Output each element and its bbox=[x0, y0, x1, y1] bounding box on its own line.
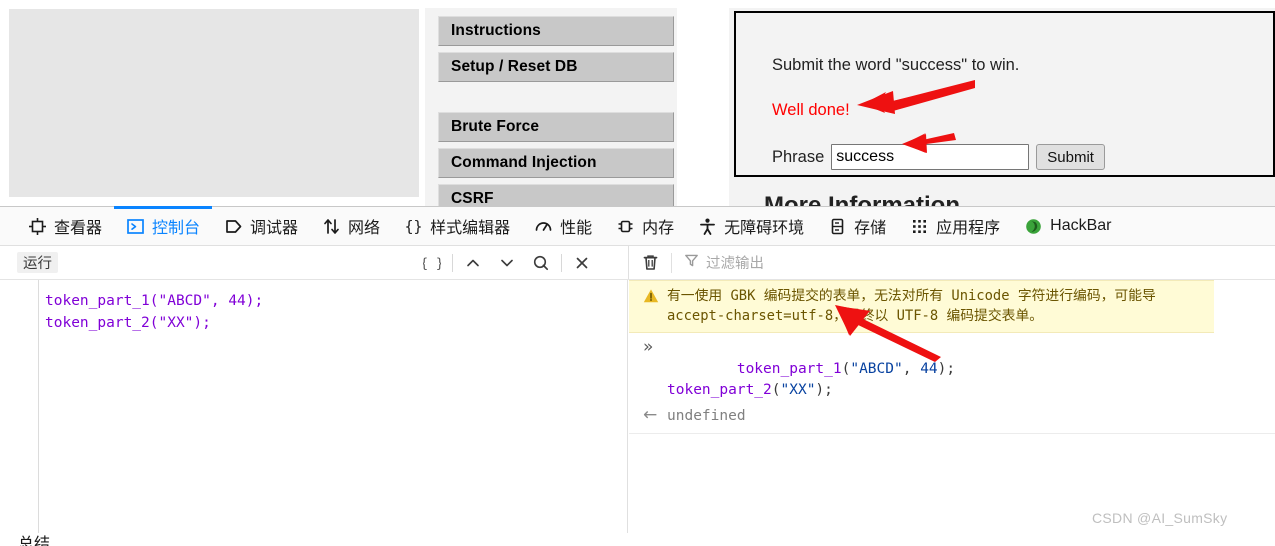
chevron-down-icon[interactable] bbox=[490, 246, 524, 279]
menu-item-label: Command Injection bbox=[451, 154, 597, 171]
more-information-heading: More Information bbox=[764, 192, 960, 206]
console-editor-pane[interactable]: token_part_1("ABCD", 44); token_part_2("… bbox=[0, 280, 628, 535]
challenge-prompt: Submit the word "success" to win. bbox=[772, 56, 1020, 74]
close-icon[interactable] bbox=[565, 246, 599, 279]
page-footer: 总结 bbox=[0, 533, 1275, 546]
tab-memory[interactable]: 内存 bbox=[604, 207, 686, 245]
tab-label: 网络 bbox=[348, 220, 381, 237]
browser-page-area: Instructions Setup / Reset DB Brute Forc… bbox=[0, 0, 1275, 206]
run-button[interactable]: 运行 bbox=[17, 252, 58, 273]
warning-line-2: accept-charset=utf-8，最终以 UTF-8 编码提交表单。 bbox=[667, 308, 1044, 324]
pretty-print-icon[interactable]: { } bbox=[415, 246, 449, 279]
return-value: undefined bbox=[667, 408, 746, 424]
menu-item-label: Brute Force bbox=[451, 118, 540, 135]
console-output-pane[interactable]: 有一使用 GBK 编码提交的表单，无法对所有 Unicode 字符进行编码，可能… bbox=[629, 280, 1275, 535]
svg-text:{ }: { } bbox=[423, 256, 441, 271]
menu-item-instructions[interactable]: Instructions bbox=[438, 16, 674, 46]
tab-network[interactable]: 网络 bbox=[310, 207, 392, 245]
tab-label: 性能 bbox=[560, 220, 593, 237]
tab-label: 调试器 bbox=[250, 220, 299, 237]
tab-label: 存储 bbox=[854, 220, 887, 237]
filter-icon bbox=[684, 253, 699, 273]
menu-item-brute-force[interactable]: Brute Force bbox=[438, 112, 674, 142]
tab-label: 内存 bbox=[642, 220, 675, 237]
menu-item-label: CSRF bbox=[451, 190, 494, 206]
performance-icon bbox=[534, 217, 553, 236]
dvwa-navigation-menu: Instructions Setup / Reset DB Brute Forc… bbox=[425, 8, 677, 206]
warning-icon bbox=[643, 288, 659, 310]
toolbar-divider bbox=[452, 253, 453, 272]
phrase-input[interactable] bbox=[831, 144, 1030, 170]
console-toolbar: 运行 { } bbox=[0, 246, 1275, 280]
hackbar-icon bbox=[1024, 217, 1043, 236]
devtools-panel: 查看器 控制台 调试器 网络 {} 样式编辑器 性能 内存 无障碍环境 存储 应… bbox=[0, 206, 1275, 535]
debugger-icon bbox=[224, 217, 243, 236]
xss-challenge-box: Submit the word "success" to win. Well d… bbox=[734, 11, 1275, 177]
warning-line-1: 有一使用 GBK 编码提交的表单，无法对所有 Unicode 字符进行编码，可能… bbox=[667, 288, 1156, 304]
echo-line-1-arg2: 44 bbox=[920, 361, 938, 377]
memory-icon bbox=[616, 217, 635, 236]
tab-label: 控制台 bbox=[152, 220, 201, 237]
devtools-tabbar: 查看器 控制台 调试器 网络 {} 样式编辑器 性能 内存 无障碍环境 存储 应… bbox=[0, 206, 1275, 246]
tab-label: 无障碍环境 bbox=[724, 220, 805, 237]
menu-item-label: Instructions bbox=[451, 22, 541, 39]
devtools-tab-list: 查看器 控制台 调试器 网络 {} 样式编辑器 性能 内存 无障碍环境 存储 应… bbox=[0, 206, 1275, 245]
trash-icon[interactable] bbox=[629, 246, 671, 279]
echo-line-2-arg1: "XX" bbox=[780, 382, 816, 398]
filter-input[interactable]: 过滤输出 bbox=[671, 252, 764, 273]
console-icon bbox=[126, 217, 145, 236]
tab-label: HackBar bbox=[1050, 217, 1112, 234]
network-icon bbox=[322, 217, 341, 236]
phrase-form: Phrase Submit bbox=[772, 144, 1105, 170]
challenge-result-message: Well done! bbox=[772, 101, 850, 119]
storage-icon bbox=[828, 217, 847, 236]
tab-inspector[interactable]: 查看器 bbox=[16, 207, 114, 245]
tab-style-editor[interactable]: {} 样式编辑器 bbox=[392, 207, 522, 245]
console-body: token_part_1("ABCD", 44); token_part_2("… bbox=[0, 280, 1275, 535]
dvwa-content-area: Submit the word "success" to win. Well d… bbox=[729, 8, 1275, 206]
watermark: CSDN @AI_SumSky bbox=[1092, 510, 1228, 526]
menu-item-label: Setup / Reset DB bbox=[451, 58, 578, 75]
dvwa-banner bbox=[9, 9, 419, 197]
output-toolbar: 过滤输出 bbox=[628, 246, 1275, 279]
console-warning-message[interactable]: 有一使用 GBK 编码提交的表单，无法对所有 Unicode 字符进行编码，可能… bbox=[629, 280, 1214, 333]
tab-storage[interactable]: 存储 bbox=[816, 207, 898, 245]
tab-console[interactable]: 控制台 bbox=[114, 206, 213, 245]
summary-heading: 总结 bbox=[18, 536, 51, 546]
console-return-value[interactable]: ← undefined bbox=[629, 403, 1275, 434]
submit-button[interactable]: Submit bbox=[1036, 144, 1105, 170]
search-icon[interactable] bbox=[524, 246, 558, 279]
menu-item-setup-reset-db[interactable]: Setup / Reset DB bbox=[438, 52, 674, 82]
tab-label: 样式编辑器 bbox=[430, 220, 511, 237]
menu-item-command-injection[interactable]: Command Injection bbox=[438, 148, 674, 178]
tab-debugger[interactable]: 调试器 bbox=[212, 207, 310, 245]
style-editor-icon: {} bbox=[404, 217, 423, 236]
tab-label: 应用程序 bbox=[936, 220, 1001, 237]
tab-application[interactable]: 应用程序 bbox=[898, 207, 1012, 245]
phrase-label: Phrase bbox=[772, 147, 825, 166]
editor-line-1: token_part_1("ABCD", 44); bbox=[45, 293, 264, 309]
filter-placeholder: 过滤输出 bbox=[706, 256, 764, 272]
application-icon bbox=[910, 217, 929, 236]
tab-performance[interactable]: 性能 bbox=[522, 207, 604, 245]
editor-tool-group: { } bbox=[415, 246, 599, 279]
echo-line-1-arg1: "ABCD" bbox=[850, 361, 903, 377]
menu-item-csrf[interactable]: CSRF bbox=[438, 184, 674, 206]
input-marker-icon: » bbox=[643, 337, 654, 357]
editor-code[interactable]: token_part_1("ABCD", 44); token_part_2("… bbox=[45, 290, 621, 334]
accessibility-icon bbox=[698, 217, 717, 236]
tab-accessibility[interactable]: 无障碍环境 bbox=[686, 207, 816, 245]
editor-line-2: token_part_2("XX"); bbox=[45, 315, 211, 331]
editor-gutter bbox=[38, 280, 39, 535]
chevron-up-icon[interactable] bbox=[456, 246, 490, 279]
echo-line-2-fn: token_part_2 bbox=[667, 382, 772, 398]
console-input-echo[interactable]: » token_part_1("ABCD", 44); token_part_2(… bbox=[629, 333, 1275, 403]
inspector-icon bbox=[28, 217, 47, 236]
toolbar-divider bbox=[561, 253, 562, 272]
tab-hackbar[interactable]: HackBar bbox=[1012, 207, 1123, 245]
svg-text:{}: {} bbox=[405, 217, 423, 235]
return-marker-icon: ← bbox=[643, 405, 658, 425]
tab-label: 查看器 bbox=[54, 220, 103, 237]
echo-line-1-fn: token_part_1 bbox=[736, 361, 842, 377]
